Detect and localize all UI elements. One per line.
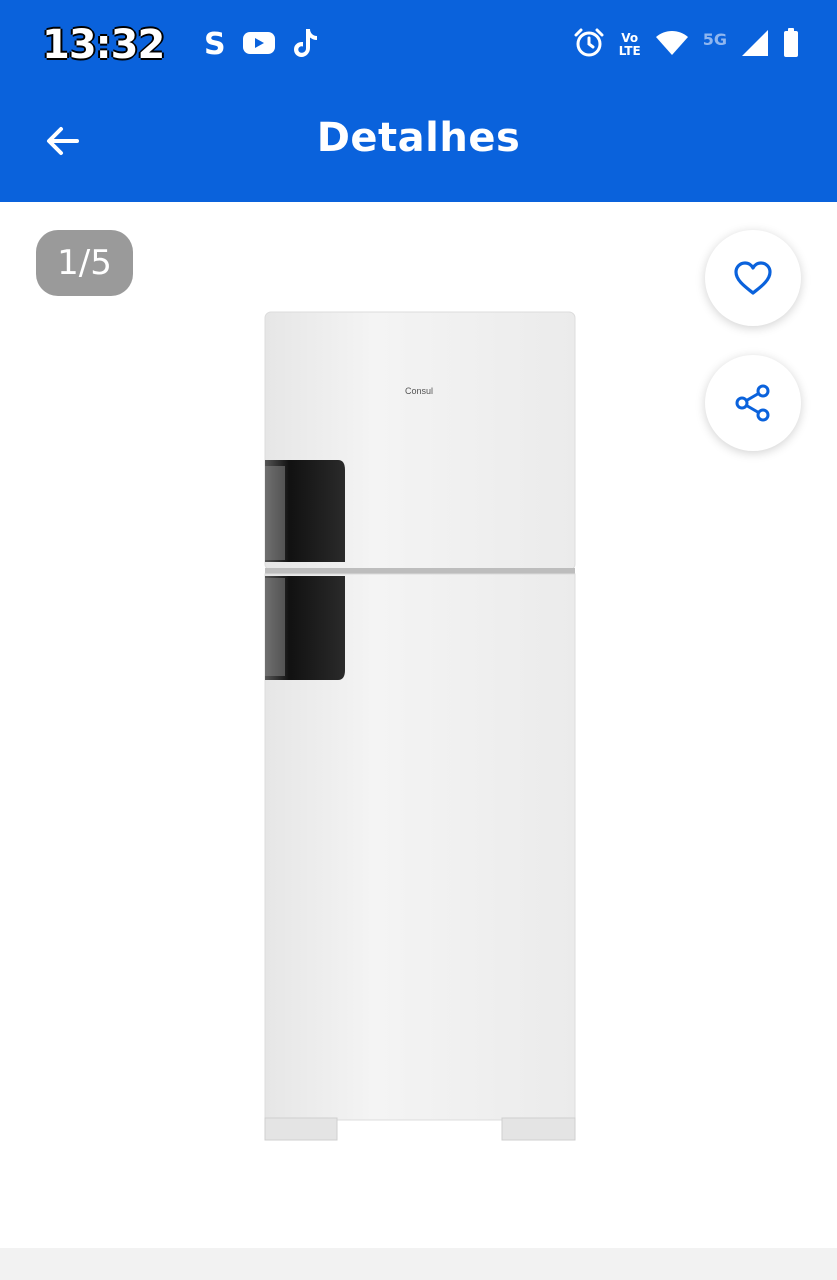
page-title: Detalhes [316, 115, 521, 161]
battery-icon [783, 27, 799, 63]
share-button[interactable] [705, 355, 801, 451]
heart-icon [734, 261, 772, 295]
status-time: 13:32 [42, 22, 165, 68]
signal-icon [741, 29, 769, 62]
product-image[interactable]: Consul [250, 300, 590, 1150]
favorite-button[interactable] [705, 230, 801, 326]
volte-bottom-label: LTE [618, 44, 641, 58]
status-right-icons: Vo LTE 5G [573, 26, 799, 64]
bottom-panel-edge [0, 1248, 837, 1280]
wifi-icon [655, 29, 689, 62]
tiktok-icon [292, 27, 320, 64]
alarm-icon [573, 27, 605, 64]
youtube-icon [242, 30, 276, 61]
share-icon [735, 384, 770, 422]
brand-logo: Consul [405, 386, 433, 396]
app-header: 13:32 S Vo LTE 5G Detalhes [0, 0, 837, 202]
status-left-icons: S [204, 26, 320, 64]
volte-icon: Vo LTE [619, 32, 641, 58]
image-counter: 1/5 [36, 230, 133, 296]
network-type-label: 5G [702, 29, 727, 49]
s-app-icon: S [204, 27, 226, 62]
